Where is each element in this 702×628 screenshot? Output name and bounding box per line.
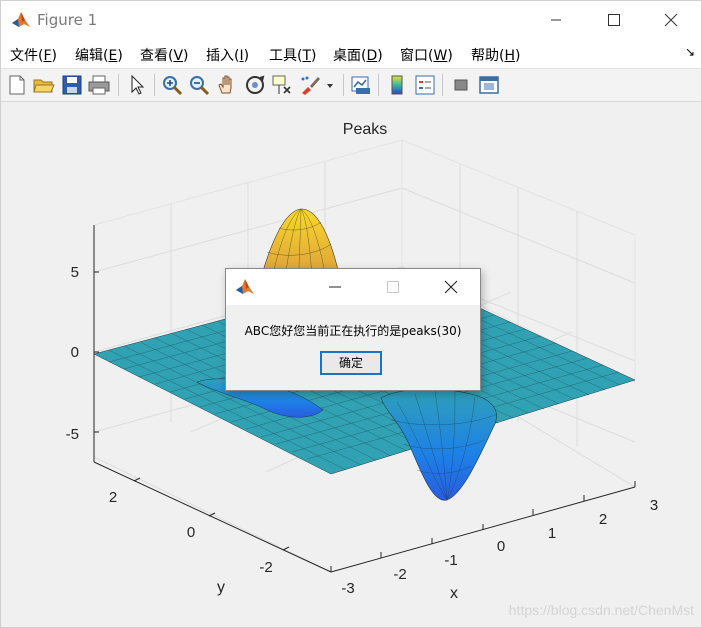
- menu-view-label: 查看(: [140, 48, 174, 64]
- close-icon: [664, 13, 678, 27]
- y-tick-label: -2: [259, 559, 272, 576]
- menu-tools-end: ): [311, 48, 317, 64]
- x-tick-label: 2: [599, 511, 607, 528]
- menu-insert[interactable]: 插入(I): [206, 45, 249, 65]
- menu-help[interactable]: 帮助(H): [471, 45, 520, 65]
- maximize-button[interactable]: [591, 1, 637, 39]
- x-tick-label: -3: [341, 580, 354, 597]
- menu-window-end: ): [447, 48, 453, 64]
- close-icon[interactable]: [428, 269, 474, 305]
- menu-help-label: 帮助(: [471, 48, 505, 64]
- title-bar[interactable]: Figure 1: [1, 1, 701, 39]
- x-tick-label: -1: [444, 552, 457, 569]
- window-title: Figure 1: [37, 11, 98, 29]
- menu-desktop-label: 桌面(: [333, 48, 367, 64]
- menu-tools-key: T: [302, 48, 312, 64]
- menu-file-end: ): [51, 48, 57, 64]
- rotate-3d-icon[interactable]: [243, 73, 267, 97]
- menu-edit-key: E: [108, 48, 118, 64]
- brush-icon[interactable]: [298, 73, 322, 97]
- y-axis-line: [93, 461, 332, 573]
- zoom-in-icon[interactable]: [160, 73, 184, 97]
- toolbar-separator: [343, 74, 344, 96]
- pan-hand-icon[interactable]: [215, 73, 239, 97]
- menu-bar: 文件(F) 编辑(E) 查看(V) 插入(I) 工具(T) 桌面(D) 窗口(W…: [1, 39, 701, 68]
- menu-file[interactable]: 文件(F): [10, 45, 57, 65]
- menu-tools[interactable]: 工具(T): [269, 45, 317, 65]
- minimize-icon: [551, 19, 561, 21]
- legend-icon[interactable]: [413, 73, 437, 97]
- show-plot-tools-icon[interactable]: [477, 73, 501, 97]
- menu-desktop-end: ): [377, 48, 383, 64]
- x-tick-label: 1: [548, 525, 556, 542]
- menu-view-end: ): [183, 48, 189, 64]
- y-tick-label: 0: [187, 524, 195, 541]
- zoom-out-icon[interactable]: [187, 73, 211, 97]
- brush-dropdown-icon[interactable]: [324, 73, 336, 97]
- link-plot-icon[interactable]: [349, 73, 373, 97]
- new-figure-icon[interactable]: [5, 73, 29, 97]
- z-tick-label: 0: [71, 344, 79, 361]
- message-dialog[interactable]: ABC您好您当前正在执行的是peaks(30) 确定: [225, 268, 481, 391]
- menu-insert-end: ): [243, 48, 250, 64]
- figure-window: Figure 1 文件(F) 编辑(E) 查看(V) 插入(I) 工具(T) 桌…: [0, 0, 702, 628]
- z-tick-label: -5: [66, 426, 79, 443]
- menu-desktop-key: D: [366, 48, 378, 64]
- dialog-title-bar[interactable]: [226, 269, 480, 305]
- watermark: https://blog.csdn.net/ChenMst: [509, 602, 694, 618]
- toolbar-separator: [154, 74, 155, 96]
- menu-file-key: F: [43, 48, 52, 64]
- menu-edit[interactable]: 编辑(E): [75, 45, 123, 65]
- x-tick-label: 0: [497, 538, 505, 555]
- ok-button[interactable]: 确定: [320, 351, 382, 375]
- matlab-logo-icon: [235, 277, 255, 297]
- dock-figure-icon[interactable]: ↘: [685, 45, 695, 59]
- menu-edit-end: ): [117, 48, 123, 64]
- x-ticks: [330, 481, 636, 572]
- select-arrow-icon[interactable]: [125, 73, 149, 97]
- y-tick-label: 2: [109, 489, 117, 506]
- dialog-message: ABC您好您当前正在执行的是peaks(30): [244, 324, 462, 338]
- menu-help-key: H: [504, 48, 515, 64]
- figure-toolbar: [1, 68, 701, 102]
- matlab-logo-icon: [11, 10, 31, 30]
- y-axis-label: y: [217, 579, 225, 596]
- minimize-icon[interactable]: [312, 269, 358, 305]
- menu-insert-label: 插入(: [206, 48, 240, 64]
- menu-window[interactable]: 窗口(W): [400, 45, 453, 65]
- close-button[interactable]: [648, 1, 694, 39]
- save-icon[interactable]: [60, 73, 84, 97]
- z-tick-label: 5: [71, 264, 79, 281]
- menu-view[interactable]: 查看(V): [140, 45, 189, 65]
- plot-title: Peaks: [343, 121, 387, 138]
- menu-window-key: W: [433, 48, 448, 64]
- x-tick-label: 3: [650, 497, 658, 514]
- open-file-icon[interactable]: [32, 73, 56, 97]
- menu-edit-label: 编辑(: [75, 48, 109, 64]
- data-cursor-icon[interactable]: [270, 73, 294, 97]
- maximize-icon: [387, 281, 399, 293]
- x-tick-label: -2: [393, 566, 406, 583]
- menu-tools-label: 工具(: [269, 48, 303, 64]
- toolbar-separator: [442, 74, 443, 96]
- toolbar-separator: [378, 74, 379, 96]
- x-axis-label: x: [450, 585, 458, 602]
- minimize-button[interactable]: [533, 1, 579, 39]
- hide-plot-tools-icon[interactable]: [449, 73, 473, 97]
- maximize-icon: [608, 14, 620, 26]
- menu-view-key: V: [173, 48, 184, 64]
- menu-desktop[interactable]: 桌面(D): [333, 45, 383, 65]
- colorbar-icon[interactable]: [385, 73, 409, 97]
- menu-file-label: 文件(: [10, 48, 44, 64]
- menu-window-label: 窗口(: [400, 48, 434, 64]
- toolbar-separator: [118, 74, 119, 96]
- menu-help-end: ): [515, 48, 521, 64]
- print-icon[interactable]: [87, 73, 111, 97]
